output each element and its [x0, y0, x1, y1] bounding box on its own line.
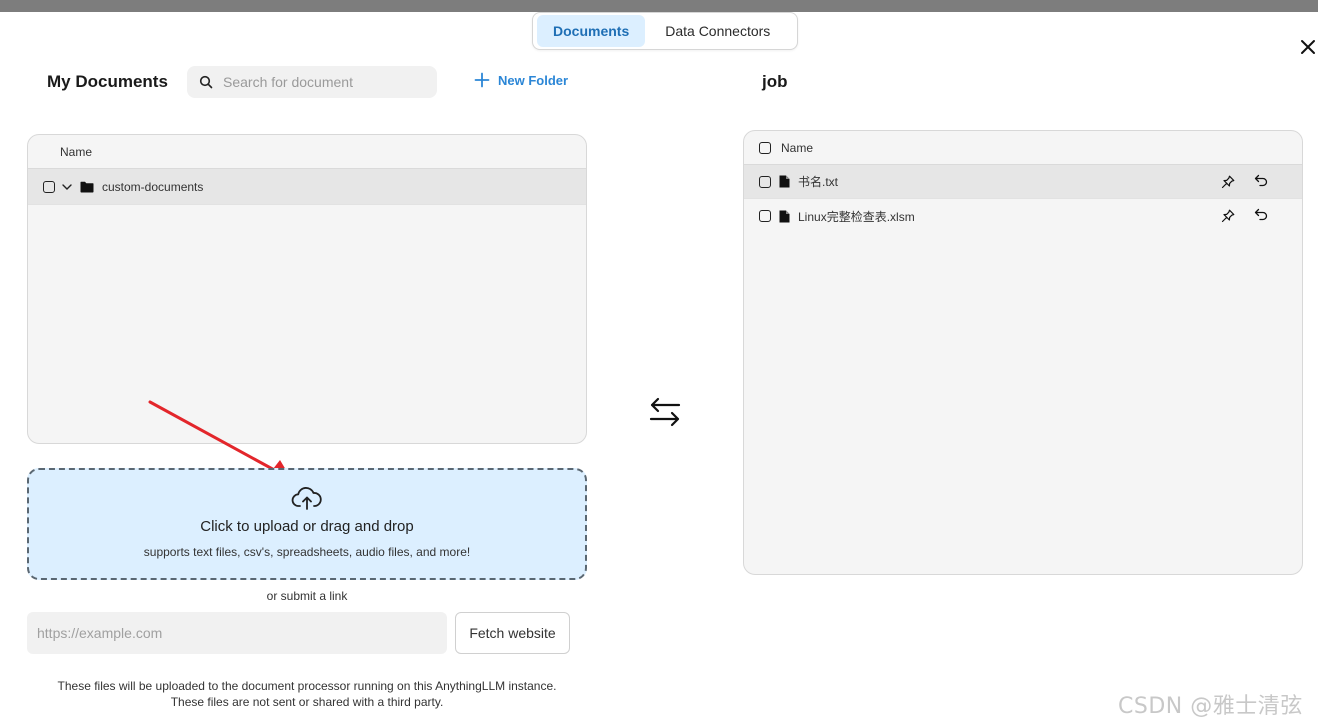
url-input[interactable]: [27, 612, 447, 654]
new-folder-label: New Folder: [498, 72, 569, 88]
my-documents-title: My Documents: [47, 72, 168, 91]
left-table-header: Name: [28, 135, 586, 169]
plus-icon: [474, 72, 490, 88]
dropzone-subtitle: supports text files, csv's, spreadsheets…: [143, 545, 471, 559]
file-checkbox[interactable]: [759, 175, 771, 188]
file-row[interactable]: 书名.txt: [744, 165, 1302, 199]
documents-modal: Documents Data Connectors My Documents N…: [0, 12, 1318, 725]
file-checkbox[interactable]: [759, 210, 771, 222]
tab-bar: Documents Data Connectors: [532, 12, 798, 50]
folder-row[interactable]: custom-documents: [28, 169, 586, 205]
upload-dropzone[interactable]: Click to upload or drag and drop support…: [27, 468, 587, 580]
folder-icon: [80, 181, 94, 193]
search-icon: [199, 75, 213, 89]
upload-note-line2: These files are not sent or shared with …: [170, 695, 444, 709]
file-icon: [779, 175, 790, 188]
search-box[interactable]: [187, 66, 437, 98]
pin-icon[interactable]: [1221, 209, 1235, 226]
tab-data-connectors[interactable]: Data Connectors: [649, 15, 786, 47]
or-submit-link-text: or submit a link: [266, 589, 348, 603]
folder-name: custom-documents: [102, 179, 204, 194]
watermark: CSDN @雅士清弦: [1118, 694, 1303, 719]
cloud-upload-icon: [291, 487, 322, 510]
file-name: Linux完整检查表.xlsm: [798, 209, 915, 224]
search-input[interactable]: [223, 74, 413, 90]
column-name-header: Name: [781, 140, 814, 155]
upload-note-line1: These files will be uploaded to the docu…: [57, 679, 557, 693]
workspace-documents-panel: Name 书名.txt Linux完整检查表.xlsm: [743, 130, 1303, 575]
swap-arrows-icon: [649, 397, 681, 427]
undo-icon[interactable]: [1254, 174, 1268, 190]
move-documents-button[interactable]: [648, 396, 682, 428]
new-folder-button[interactable]: New Folder: [474, 72, 568, 88]
file-icon: [779, 210, 790, 223]
close-icon: [1301, 40, 1315, 54]
file-name: 书名.txt: [798, 175, 839, 189]
column-name-header: Name: [60, 144, 93, 159]
backdrop-bar: [0, 0, 1318, 12]
right-table-header: Name: [744, 131, 1302, 165]
pin-icon[interactable]: [1221, 175, 1235, 192]
select-all-checkbox[interactable]: [759, 141, 771, 154]
close-button[interactable]: [1297, 36, 1318, 58]
workspace-title: job: [762, 72, 788, 91]
chevron-down-icon[interactable]: [61, 181, 73, 193]
undo-icon[interactable]: [1254, 208, 1268, 224]
file-row[interactable]: Linux完整检查表.xlsm: [744, 199, 1302, 233]
fetch-website-button[interactable]: Fetch website: [455, 612, 570, 654]
tab-documents[interactable]: Documents: [537, 15, 646, 47]
dropzone-title: Click to upload or drag and drop: [200, 518, 414, 535]
folder-checkbox[interactable]: [43, 180, 55, 193]
